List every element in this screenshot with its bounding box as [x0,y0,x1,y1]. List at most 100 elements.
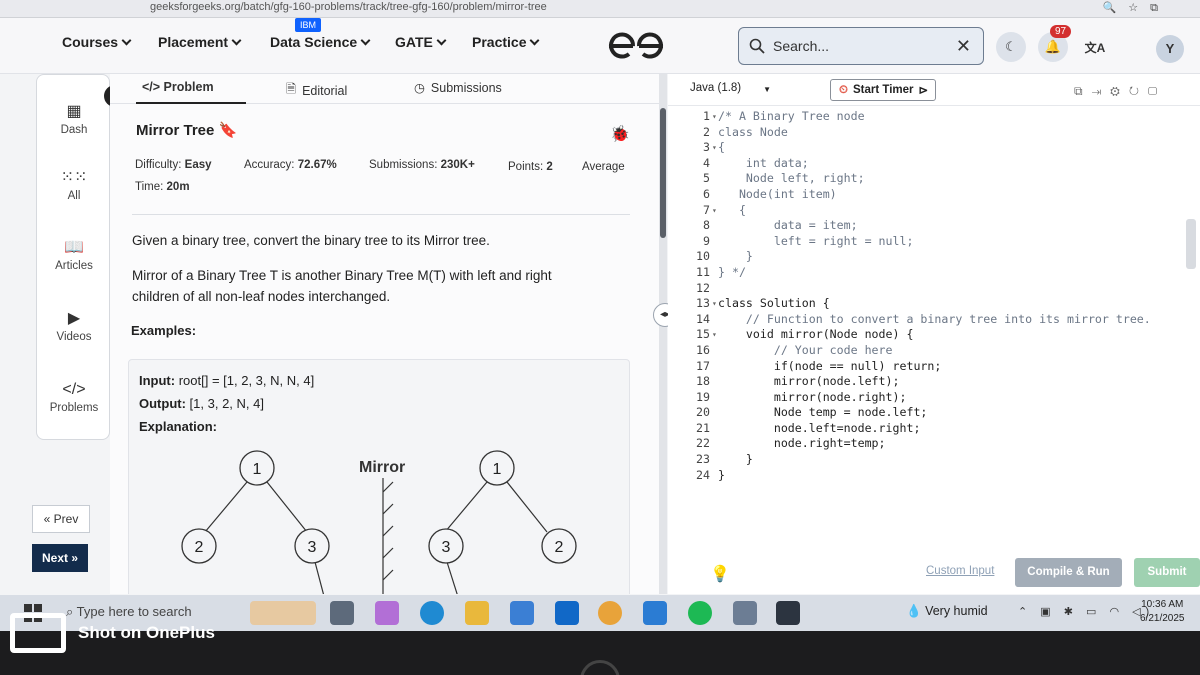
screen: geeksforgeeks.org/batch/gfg-160-problems… [0,0,1200,595]
edge-icon[interactable] [420,601,444,625]
code-line[interactable]: 18 mirror(node.left); [668,374,1200,390]
bug-icon[interactable]: 🐞 [610,124,630,144]
sidebar-item-all[interactable]: ⁙⁙ All [37,167,111,202]
code-line[interactable]: 16 // Your code here [668,343,1200,359]
sidebar-item-label: Videos [56,331,92,343]
prev-button[interactable]: « Prev [32,505,90,533]
code-line[interactable]: 5 Node left, right; [668,171,1200,187]
tab-submissions[interactable]: ◷ Submissions [414,80,502,96]
tree-node-label: 2 [555,539,564,556]
code-line[interactable]: 10 } [668,249,1200,265]
nav-gate[interactable]: GATE [395,34,447,50]
sidebar-item-articles[interactable]: 📖 Articles [37,237,111,272]
browser-tools[interactable]: 🔍☆⧉ [1103,1,1170,15]
chevron-down-icon [530,35,540,45]
store-icon[interactable] [510,601,534,625]
code-line[interactable]: 21 node.left=node.right; [668,421,1200,437]
code-line[interactable]: 24} [668,468,1200,484]
weather-widget[interactable]: 💧 Very humid [906,604,988,619]
scrollbar-thumb[interactable] [660,108,666,238]
code-text: node.left=node.right; [718,420,921,435]
nav-data-science[interactable]: Data Science [270,34,371,50]
nav-courses[interactable]: Courses [62,34,132,50]
code-line[interactable]: 6 Node(int item) [668,187,1200,203]
close-icon[interactable]: ✕ [956,36,971,57]
problem-scrollbar[interactable] [659,74,667,594]
language-select[interactable]: Java (1.8) ▼ [690,82,771,94]
submit-button[interactable]: Submit [1134,558,1200,587]
start-timer-button[interactable]: ⏲ Start Timer ⊳ [830,79,936,101]
code-line[interactable]: 2 class Node [668,125,1200,141]
code-text: data = item; [718,218,858,233]
tab-editorial[interactable]: 🗎 Editorial [286,80,347,101]
copilot-icon[interactable] [375,601,399,625]
difficulty-meta: Difficulty: Easy [135,159,212,171]
line-number: 10 [696,249,710,264]
code-line[interactable]: 13 ▾ class Solution { [668,296,1200,312]
code-text: } [718,467,725,482]
tab-problem[interactable]: </> Problem [142,80,214,94]
code-line[interactable]: 9 left = right = null; [668,234,1200,250]
video-icon: ▶ [67,310,81,327]
editor-scrollbar[interactable] [1186,219,1196,269]
line-number: 9 [703,233,710,248]
chrome-icon[interactable] [598,601,622,625]
code-line[interactable]: 1 ▾/* A Binary Tree node [668,109,1200,125]
spotify-icon[interactable] [688,601,712,625]
search-input[interactable]: Search... ✕ [738,27,984,65]
code-area[interactable]: 1 ▾/* A Binary Tree node 2 class Node 3 ▾{4 i… [668,109,1200,483]
code-text: node.right=temp; [718,436,886,451]
outlook-icon[interactable] [555,601,579,625]
code-line[interactable]: 4 int data; [668,156,1200,172]
points-meta: Points: 2 [508,161,553,173]
taskbar-clock[interactable]: 10:36 AM 6/21/2025 [1140,598,1185,626]
code-text: /* A Binary Tree node [718,109,865,123]
taskbar-widget-icon[interactable] [250,601,316,625]
compile-run-button[interactable]: Compile & Run [1015,558,1122,587]
code-text: } */ [718,264,746,279]
difficulty-label: Difficulty: [135,159,182,171]
code-line[interactable]: 23 } [668,452,1200,468]
sidebar-item-dash[interactable]: ▦ Dash [37,101,111,136]
language-value: Java (1.8) [690,82,742,94]
snipping-tool-icon[interactable] [733,601,757,625]
avatar[interactable]: Y [1156,35,1184,63]
url-text[interactable]: geeksforgeeks.org/batch/gfg-160-problems… [150,1,547,13]
dark-mode-toggle[interactable]: ☾ [996,32,1026,62]
code-text: // Your code here [718,342,893,357]
terminal-icon[interactable] [776,601,800,625]
code-line[interactable]: 14 // Function to convert a binary tree … [668,312,1200,328]
code-line[interactable]: 19 mirror(node.right); [668,390,1200,406]
code-line[interactable]: 20 Node temp = node.left; [668,405,1200,421]
vscode-icon[interactable] [643,601,667,625]
nav-practice[interactable]: Practice [472,34,540,50]
lightbulb-icon[interactable]: 💡 [710,564,730,584]
custom-input-link[interactable]: Custom Input [926,565,994,577]
browser-url-bar[interactable]: geeksforgeeks.org/batch/gfg-160-problems… [0,0,1200,18]
task-view-icon[interactable] [330,601,354,625]
code-line[interactable]: 3 ▾{ [668,140,1200,156]
chevron-down-icon [436,35,447,45]
translate-button[interactable]: 文A [1080,32,1110,62]
gfg-logo-icon[interactable] [605,30,667,62]
code-line[interactable]: 11} */ [668,265,1200,281]
code-line[interactable]: 12 [668,281,1200,297]
code-line[interactable]: 8 data = item; [668,218,1200,234]
file-explorer-icon[interactable] [465,601,489,625]
system-tray-icons[interactable]: ⌃ ▣ ✱ ▭ ◠ ◁) [1018,605,1154,618]
code-text: Node temp = node.left; [718,405,928,420]
code-line[interactable]: 7 ▾ { [668,203,1200,219]
nav-placement[interactable]: Placement [158,34,242,50]
code-line[interactable]: 15 ▾ void mirror(Node node) { [668,327,1200,343]
top-navigation: Courses Placement IBM Data Science GATE … [0,18,1200,74]
code-line[interactable]: 22 node.right=temp; [668,436,1200,452]
line-number: 2 [703,124,710,139]
next-button[interactable]: Next » [32,544,88,572]
sidebar-item-problems[interactable]: </> Problems [37,381,111,414]
bookmark-icon[interactable]: 🔖 [219,122,238,139]
sidebar-item-videos[interactable]: ▶ Videos [37,308,111,343]
tab-problem-label: </> Problem [142,80,214,94]
code-line[interactable]: 17 if(node == null) return; [668,359,1200,375]
problem-title: Mirror Tree 🔖 [136,121,237,139]
editor-action-icons[interactable]: ⧉⇥⚙↻▢ [1074,84,1166,99]
